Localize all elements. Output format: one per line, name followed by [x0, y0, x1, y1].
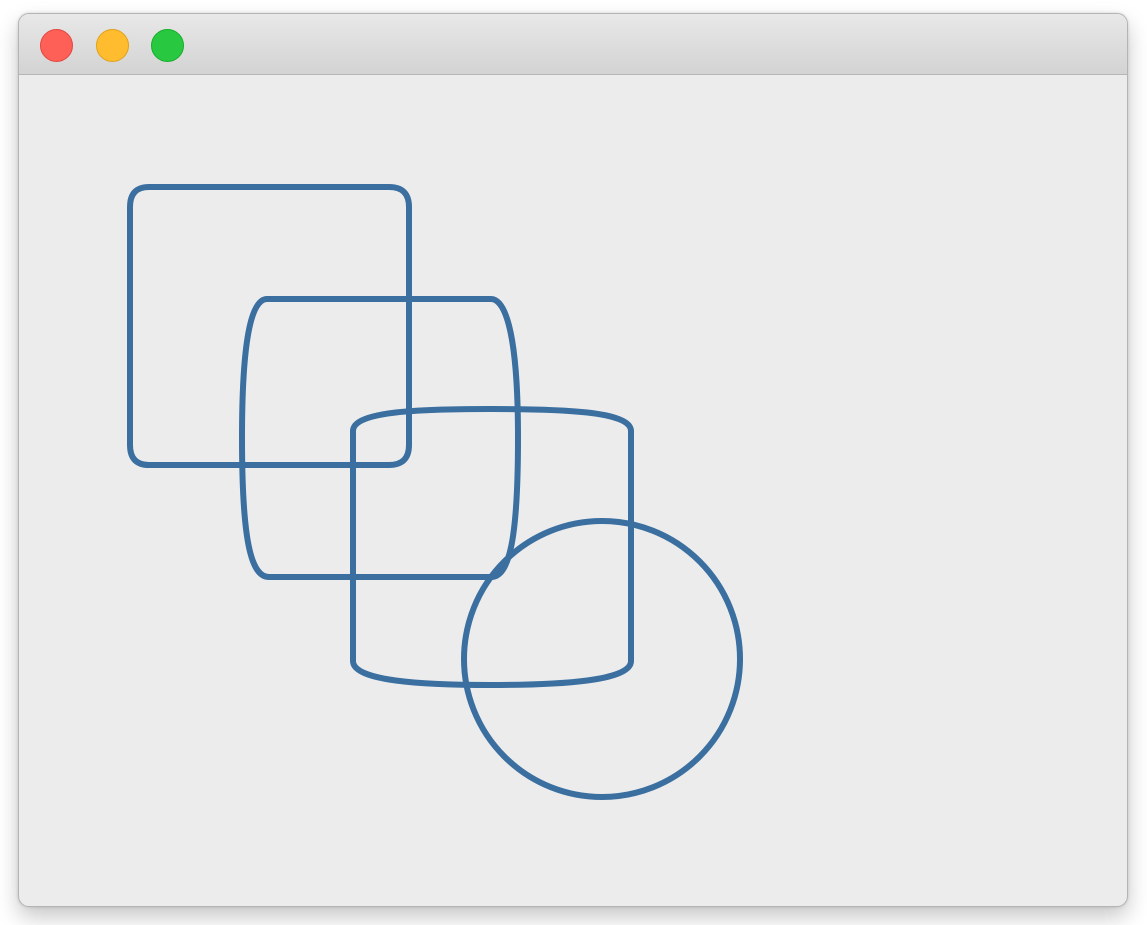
squircle-shape	[350, 406, 634, 688]
shapes-drawing	[127, 184, 743, 800]
app-window	[18, 13, 1128, 907]
rounded-rectangle-shape	[127, 184, 412, 468]
circle-shape	[461, 518, 743, 800]
drawing-canvas	[19, 75, 1127, 906]
superellipse-shape	[239, 296, 521, 580]
